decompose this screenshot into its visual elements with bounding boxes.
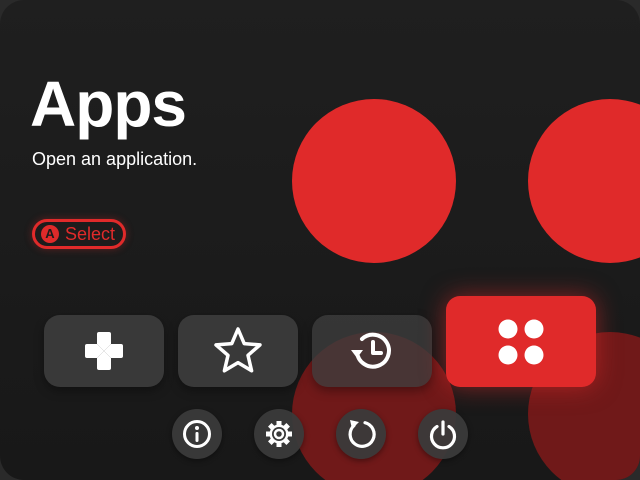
apps-grid-icon: [498, 319, 544, 364]
page-title: Apps: [30, 68, 187, 140]
star-icon: [214, 327, 262, 373]
a-button-icon: A: [41, 225, 59, 243]
settings-button[interactable]: [254, 409, 304, 459]
info-icon: [183, 420, 211, 448]
refresh-button[interactable]: [336, 409, 386, 459]
page-subtitle: Open an application.: [32, 149, 198, 169]
refresh-icon: [348, 420, 376, 448]
tile-apps[interactable]: [446, 296, 596, 387]
tile-history[interactable]: [312, 315, 432, 387]
decorative-circle: [528, 99, 640, 263]
gear-icon: [266, 421, 292, 447]
launcher-screen: Apps Open an application. A Select: [0, 0, 640, 480]
decorative-circle: [292, 99, 456, 263]
info-button[interactable]: [172, 409, 222, 459]
power-icon: [429, 420, 457, 450]
history-icon: [351, 332, 391, 369]
power-button[interactable]: [418, 409, 468, 459]
select-hint-button[interactable]: A Select: [32, 219, 127, 249]
select-hint-label: Select: [65, 224, 116, 244]
tile-favorites[interactable]: [178, 315, 298, 387]
tile-games[interactable]: [44, 315, 164, 387]
gamepad-icon: [85, 332, 123, 370]
